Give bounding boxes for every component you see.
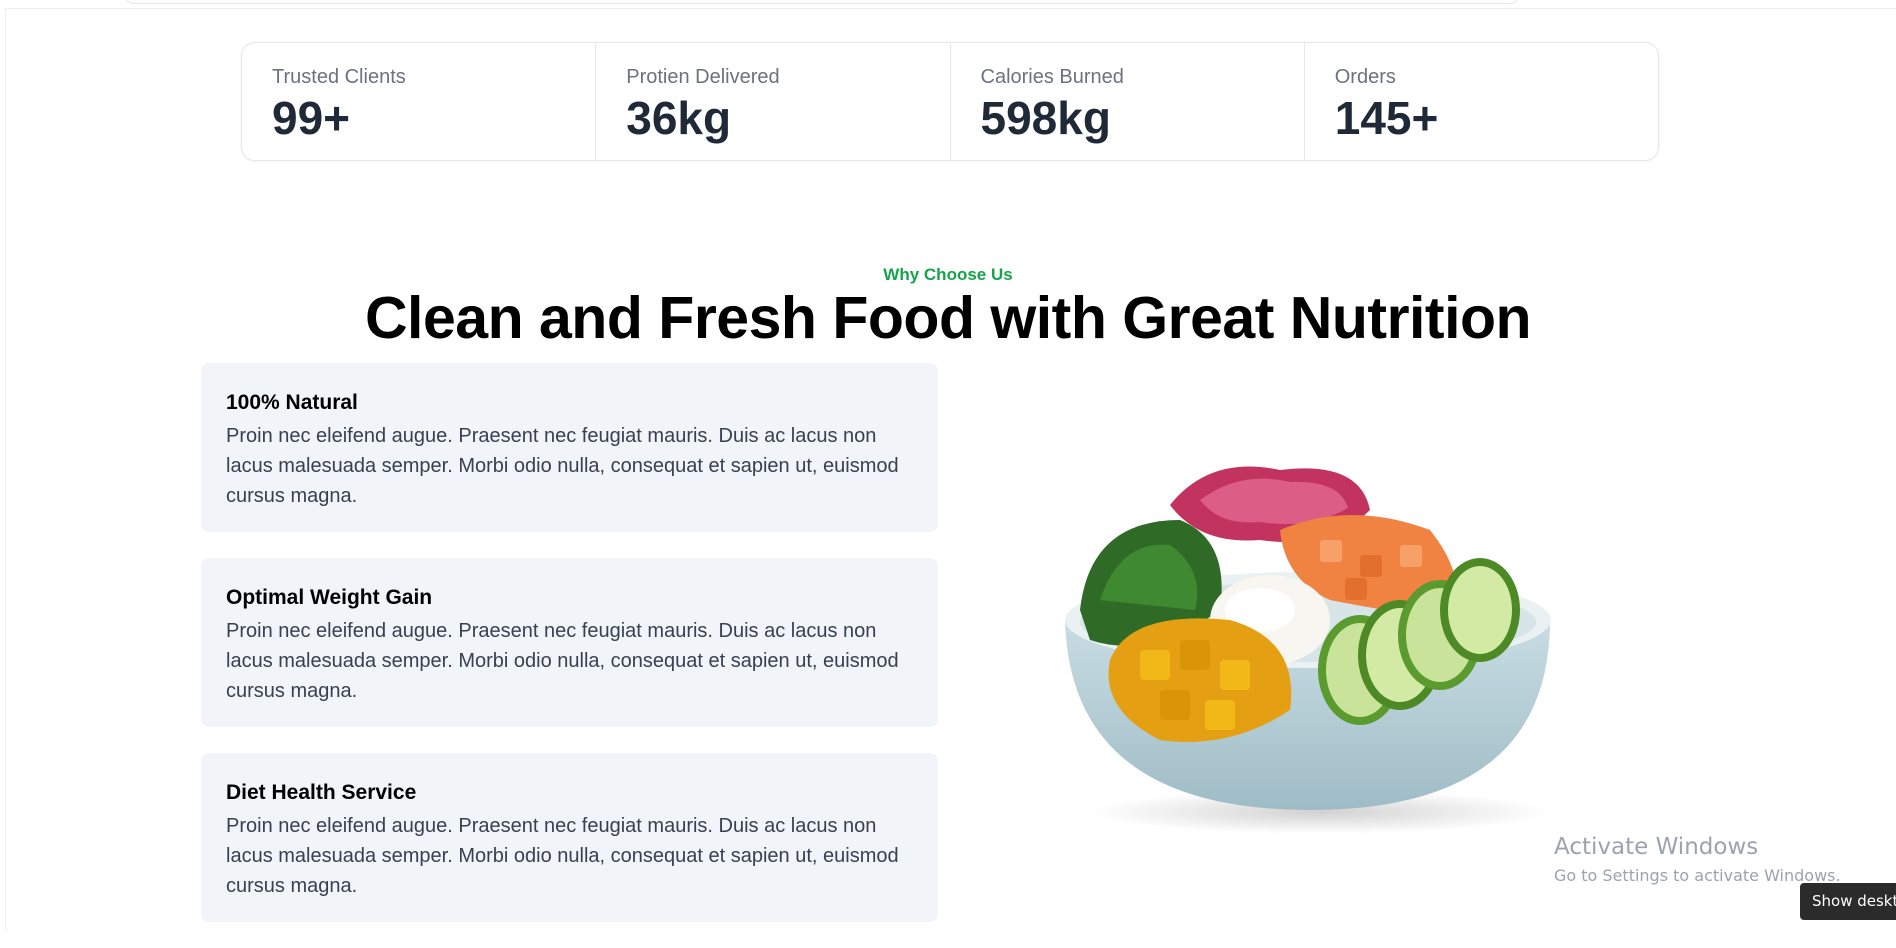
feature-card-weight-gain: Optimal Weight Gain Proin nec eleifend a… — [201, 558, 938, 727]
activate-title: Activate Windows — [1554, 834, 1759, 860]
feature-title: Diet Health Service — [226, 781, 417, 804]
stats-bar: Trusted Clients 99+ Protien Delivered 36… — [241, 42, 1659, 161]
show-desktop-tooltip[interactable]: Show desktop — [1800, 883, 1896, 920]
section-eyebrow: Why Choose Us — [883, 265, 1013, 284]
stat-label: Protien Delivered — [626, 66, 780, 88]
windows-activation-watermark: Activate Windows Go to Settings to activ… — [1554, 834, 1841, 885]
feature-list: 100% Natural Proin nec eleifend augue. P… — [201, 363, 938, 948]
stat-label: Trusted Clients — [272, 66, 406, 88]
stat-value: 36kg — [626, 92, 732, 144]
stat-label: Orders — [1334, 66, 1396, 88]
section-title: Clean and Fresh Food with Great Nutritio… — [364, 285, 1532, 351]
stat-orders: Orders 145+ — [1305, 43, 1658, 160]
feature-card-natural: 100% Natural Proin nec eleifend augue. P… — [201, 363, 938, 532]
feature-description: Proin nec eleifend augue. Praesent nec f… — [226, 815, 899, 897]
feature-title: 100% Natural — [226, 391, 358, 414]
page-frame-top — [5, 8, 1896, 9]
stat-calories-burned: Calories Burned 598kg — [951, 43, 1305, 160]
stat-label: Calories Burned — [980, 66, 1124, 88]
bowl-illustration — [1065, 466, 1551, 834]
feature-title: Optimal Weight Gain — [226, 586, 433, 609]
feature-description: Proin nec eleifend augue. Praesent nec f… — [226, 620, 899, 702]
top-bar-edge — [125, 0, 1519, 4]
stat-protein-delivered: Protien Delivered 36kg — [596, 43, 951, 160]
activate-subtitle: Go to Settings to activate Windows. — [1554, 866, 1841, 885]
page-frame-left — [5, 8, 6, 930]
stat-value: 598kg — [980, 92, 1111, 144]
stat-value: 145+ — [1334, 92, 1439, 144]
feature-description: Proin nec eleifend augue. Praesent nec f… — [226, 425, 899, 507]
feature-card-diet-health: Diet Health Service Proin nec eleifend a… — [201, 753, 938, 922]
stat-value: 99+ — [272, 92, 351, 144]
poke-bowl-image — [1030, 460, 1590, 840]
stat-trusted-clients: Trusted Clients 99+ — [242, 43, 597, 160]
